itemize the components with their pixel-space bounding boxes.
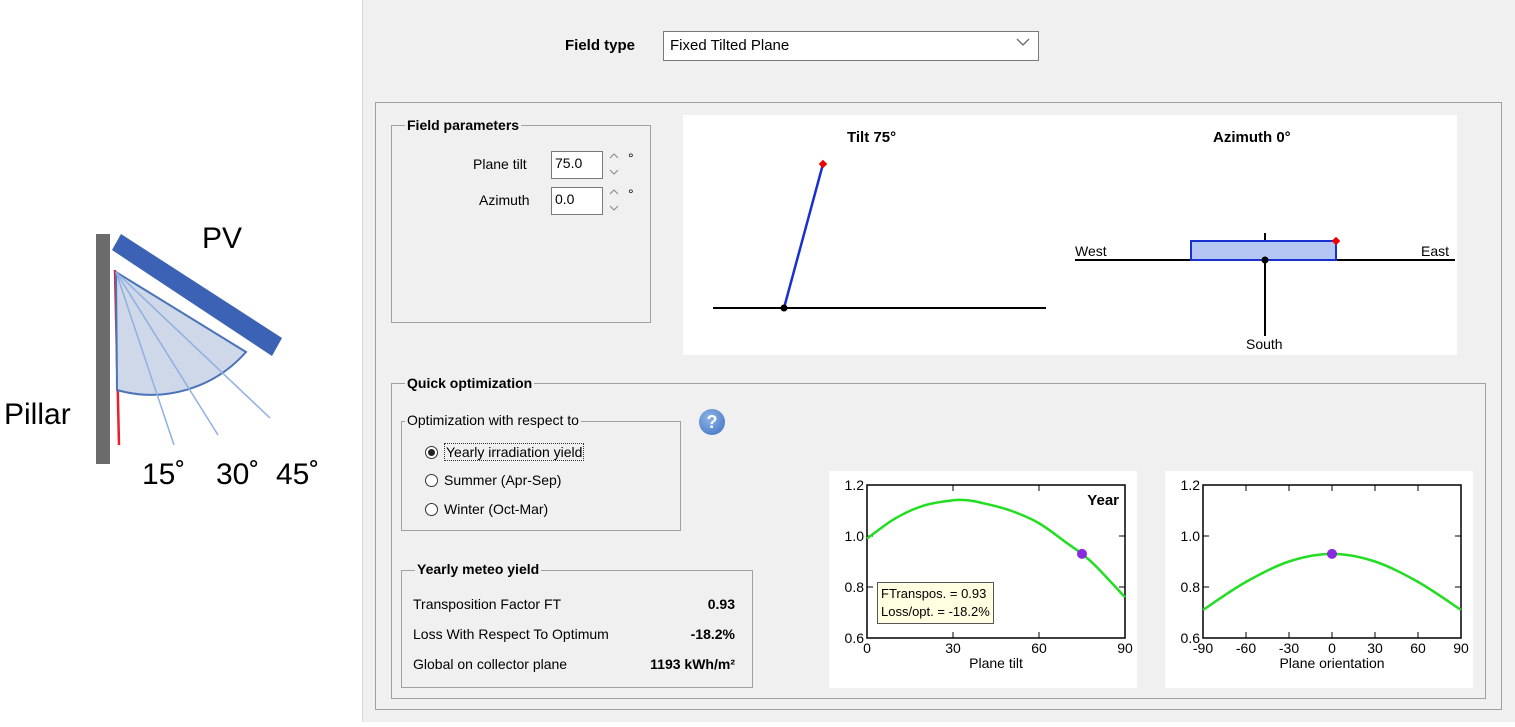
yearly-meteo-title: Yearly meteo yield (415, 561, 542, 577)
x-tick-label: -30 (1279, 640, 1299, 656)
x-tick-label: 30 (1367, 640, 1383, 656)
angle-label-30: 30˚ (216, 458, 260, 491)
west-label: West (1075, 243, 1107, 259)
chart-annotation: Year (1087, 492, 1119, 509)
option-yearly[interactable]: Yearly irradiation yield (425, 443, 585, 461)
option-winter-label: Winter (Oct-Mar) (444, 501, 549, 517)
pv-pillar-illustration: PV Pillar 15˚ 30˚ 45˚ (0, 0, 360, 722)
option-yearly-label: Yearly irradiation yield (444, 443, 585, 461)
orientation-dialog: Field type Fixed Tilted Plane Field para… (362, 0, 1515, 722)
radio-yearly[interactable] (425, 445, 438, 459)
option-summer[interactable]: Summer (Apr-Sep) (425, 472, 561, 488)
loss-optimum-label: Loss With Respect To Optimum (413, 626, 609, 642)
east-label: East (1421, 243, 1450, 259)
angle-label-45: 45˚ (276, 458, 320, 491)
x-axis-label: Plane tilt (969, 655, 1023, 671)
transposition-factor-value: 0.93 (707, 596, 735, 612)
azimuth-label: Azimuth (479, 192, 530, 208)
azimuth-center (1261, 256, 1269, 264)
tooltip-line-2: Loss/opt. = -18.2% (881, 604, 990, 619)
option-summer-label: Summer (Apr-Sep) (444, 472, 562, 488)
tooltip-line-1: FTranspos. = 0.93 (881, 586, 987, 601)
angle-label-15: 15˚ (142, 458, 186, 491)
field-type-select[interactable]: Fixed Tilted Plane (663, 31, 1039, 61)
pillar-shape (96, 234, 110, 464)
tilt-top-marker (818, 159, 828, 169)
y-tick-label: 1.2 (845, 477, 865, 493)
azimuth-input[interactable]: 0.0 (551, 187, 603, 215)
global-collector-label: Global on collector plane (413, 656, 568, 672)
transposition-factor-label: Transposition Factor FT (413, 596, 562, 612)
tilt-chart-panel: 0.6 0.8 1.0 1.2 0 30 60 90 Plane tilt Year FTrans… (829, 471, 1137, 688)
x-tick-label: 0 (1328, 640, 1336, 656)
orientation-diagram (713, 159, 1455, 336)
x-axis-label: Plane orientation (1279, 655, 1384, 671)
optimization-respect-title: Optimization with respect to (405, 412, 581, 428)
y-tick-label: 1.2 (1181, 477, 1201, 493)
plane-tilt-unit: ° (628, 150, 634, 166)
y-tick-label: 0.6 (845, 630, 865, 646)
plot-frame (1202, 484, 1462, 639)
x-tick-label: 60 (1410, 640, 1426, 656)
azimuth-unit: ° (628, 186, 634, 202)
x-tick-label: -60 (1236, 640, 1256, 656)
chart-tooltip: FTranspos. = 0.93 Loss/opt. = -18.2% (877, 582, 994, 624)
chevron-down-icon (1016, 35, 1030, 54)
tilt-pivot (780, 304, 788, 312)
field-type-label: Field type (565, 37, 636, 54)
y-tick-label: 1.0 (1181, 528, 1201, 544)
x-tick-label: 60 (1031, 640, 1047, 656)
orientation-chart-panel: 0.6 0.8 1.0 1.2 -90 -60 -30 0 30 60 90 Plane orient… (1165, 471, 1473, 688)
field-type-value: Fixed Tilted Plane (670, 37, 790, 54)
pv-pillar-drawing (96, 234, 282, 464)
y-tick-label: 1.0 (845, 528, 865, 544)
help-icon[interactable]: ? (699, 409, 725, 435)
current-point-marker (1327, 548, 1337, 559)
x-tick-label: 0 (863, 640, 871, 656)
x-tick-label: 30 (945, 640, 961, 656)
pv-label: PV (202, 222, 243, 255)
field-parameters-title: Field parameters (405, 117, 522, 133)
tilt-plane-line (782, 163, 825, 309)
orientation-chart: 0.60.81.01.2-90 -60 -30 0 30 60 90Plane orient… (1181, 477, 1469, 671)
orientation-diagram-panel: Tilt 75° Azimuth 0° West East South (683, 115, 1457, 355)
loss-optimum-value: -18.2% (690, 626, 735, 642)
option-winter[interactable]: Winter (Oct-Mar) (425, 501, 548, 517)
y-tick-label: 0.8 (1181, 579, 1201, 595)
quick-optimization-title: Quick optimization (405, 375, 535, 391)
plane-tilt-input[interactable]: 75.0 (551, 151, 603, 179)
azimuth-stepper[interactable] (608, 186, 620, 216)
x-tick-label: -90 (1193, 640, 1213, 656)
pillar-label: Pillar (4, 398, 71, 431)
tilt-chart: 0.6 0.8 1.0 1.2 0 30 60 90 Plane tilt Year (845, 477, 1133, 671)
radio-winter[interactable] (425, 502, 438, 516)
global-collector-value: 1193 kWh/m² (650, 656, 735, 672)
y-tick-label: 0.8 (845, 579, 865, 595)
x-tick-label: 90 (1117, 640, 1133, 656)
current-point-marker (1077, 548, 1087, 559)
south-label: South (1246, 336, 1283, 352)
plane-tilt-stepper[interactable] (608, 150, 620, 180)
x-tick-label: 90 (1453, 640, 1469, 656)
radio-summer[interactable] (425, 473, 438, 487)
radio-dot (428, 448, 435, 456)
plane-tilt-label: Plane tilt (473, 156, 527, 172)
